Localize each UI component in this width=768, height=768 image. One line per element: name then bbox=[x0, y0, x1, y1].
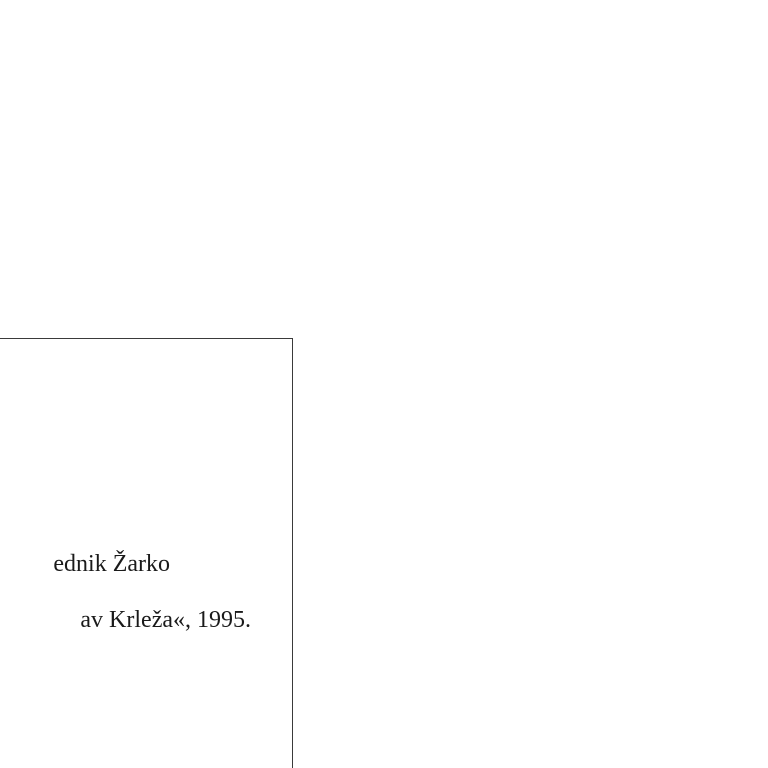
text-line-publisher: av Krleža«, 1995. bbox=[80, 607, 251, 633]
text-line-editor: ednik Žarko bbox=[53, 551, 170, 577]
scanned-page: ednik Žarko av Krleža«, 1995. bbox=[0, 0, 768, 768]
